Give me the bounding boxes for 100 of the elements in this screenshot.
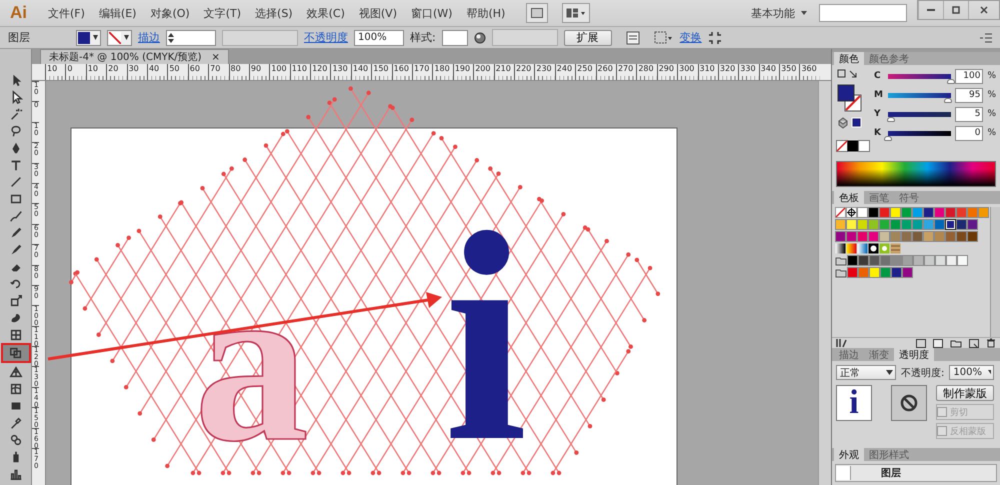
color-swatch[interactable] <box>956 231 967 242</box>
channel-value-field[interactable]: 0 <box>955 126 984 140</box>
color-swatch[interactable] <box>868 231 879 242</box>
color-swatch[interactable] <box>913 255 924 266</box>
color-swatch[interactable] <box>946 255 957 266</box>
color-swatch[interactable] <box>847 267 858 278</box>
panel-tab[interactable]: 外观 <box>834 448 864 461</box>
color-swatch[interactable] <box>912 207 923 218</box>
channel-value-field[interactable]: 5 <box>955 106 984 122</box>
color-swatch[interactable] <box>901 207 912 218</box>
color-swatch[interactable] <box>978 207 989 218</box>
opacity-dropdown[interactable]: 100% <box>949 365 994 380</box>
color-swatch[interactable] <box>858 267 869 278</box>
color-swatch[interactable] <box>901 219 912 230</box>
color-spectrum[interactable] <box>836 161 996 187</box>
color-swatch[interactable] <box>879 231 890 242</box>
color-swatch[interactable] <box>857 231 868 242</box>
folder-icon[interactable] <box>835 255 847 266</box>
panel-menu-icon[interactable] <box>980 32 992 42</box>
color-swatch[interactable] <box>869 267 880 278</box>
color-swatch[interactable] <box>847 255 858 266</box>
registration-swatch[interactable] <box>846 207 857 218</box>
default-color-swatches[interactable] <box>836 140 870 152</box>
color-swatch[interactable] <box>967 219 978 230</box>
folder-icon[interactable] <box>950 338 962 348</box>
menu-item[interactable]: 文字(T) <box>196 6 248 20</box>
color-swatch[interactable] <box>891 255 902 266</box>
artwork-thumbnail[interactable]: i <box>836 385 872 421</box>
color-swatch[interactable] <box>901 231 912 242</box>
menu-item[interactable]: 文件(F) <box>41 6 92 20</box>
reference-point-icon[interactable] <box>654 30 674 44</box>
color-swatch[interactable] <box>934 231 945 242</box>
document-tab[interactable]: 未标题-4* @ 100% (CMYK/预览) × <box>40 49 229 64</box>
make-mask-button[interactable]: 制作蒙版 <box>936 385 994 401</box>
panel-tab[interactable]: 透明度 <box>894 348 934 361</box>
color-swatch[interactable] <box>923 219 934 230</box>
swatches-scrollbar[interactable] <box>990 207 1000 337</box>
channel-value-field[interactable]: 95 <box>955 88 984 102</box>
opacity-link[interactable]: 不透明度 <box>304 30 348 45</box>
folder-icon[interactable] <box>835 267 847 278</box>
color-swatch[interactable] <box>945 231 956 242</box>
color-swatch[interactable] <box>869 255 880 266</box>
menu-item[interactable]: 效果(C) <box>300 6 352 20</box>
color-swatch[interactable] <box>858 255 869 266</box>
color-swatch[interactable] <box>868 219 879 230</box>
swatch-library-icon[interactable] <box>836 338 848 348</box>
channel-value-field[interactable]: 100 <box>955 68 984 84</box>
color-swatch[interactable] <box>923 231 934 242</box>
stroke-link[interactable]: 描边 <box>138 30 160 45</box>
opacity-field[interactable]: 100% <box>354 30 404 46</box>
color-swatch[interactable] <box>912 219 923 230</box>
vertical-scrollbar[interactable] <box>818 81 831 485</box>
stroke-weight-field[interactable] <box>166 30 216 46</box>
workspace-switcher[interactable]: 基本功能 <box>751 6 807 20</box>
blend-mode-dropdown[interactable]: 正常 <box>836 365 896 380</box>
color-swatch[interactable] <box>934 219 945 230</box>
transform-link[interactable]: 变换 <box>680 30 702 45</box>
color-swatch[interactable] <box>880 255 891 266</box>
slider-thumb[interactable] <box>944 98 952 102</box>
menu-item[interactable]: 编辑(E) <box>92 6 144 20</box>
color-swatch[interactable] <box>935 255 946 266</box>
square-icon[interactable] <box>933 338 943 348</box>
color-swatch[interactable] <box>890 231 901 242</box>
color-swatch[interactable] <box>967 231 978 242</box>
slider-thumb[interactable] <box>887 116 896 122</box>
menu-item[interactable]: 视图(V) <box>352 6 404 20</box>
trash-icon[interactable] <box>986 338 996 348</box>
color-swatch[interactable] <box>934 207 945 218</box>
color-swatch[interactable] <box>902 267 913 278</box>
style-dropdown[interactable] <box>442 30 468 46</box>
search-field[interactable] <box>819 4 907 22</box>
color-swatch[interactable] <box>891 267 902 278</box>
color-swatch[interactable] <box>957 255 968 266</box>
menu-item[interactable]: 对象(O) <box>143 6 197 20</box>
color-swatch[interactable] <box>879 207 890 218</box>
menu-item[interactable]: 选择(S) <box>248 6 300 20</box>
color-swatch[interactable] <box>967 207 978 218</box>
menu-item[interactable]: 窗口(W) <box>404 6 460 20</box>
color-swatch[interactable] <box>956 219 967 230</box>
color-swatch[interactable] <box>846 231 857 242</box>
panel-tab[interactable]: 颜色 <box>834 52 864 65</box>
swatch-options-icon[interactable] <box>916 338 926 348</box>
recolor-icon[interactable] <box>474 32 486 44</box>
color-swatch[interactable] <box>846 219 857 230</box>
color-swatch[interactable] <box>890 219 901 230</box>
color-swatch[interactable] <box>879 219 890 230</box>
color-swatch[interactable] <box>912 231 923 242</box>
align-icon[interactable] <box>626 30 640 44</box>
color-swatch[interactable] <box>890 207 901 218</box>
new-swatch-icon[interactable] <box>969 338 979 348</box>
expand-button[interactable]: 扩展 <box>564 30 612 46</box>
color-swatch[interactable] <box>857 207 868 218</box>
stroke-color-dropdown[interactable] <box>107 30 132 46</box>
color-swatch[interactable] <box>835 231 846 242</box>
panel-tab[interactable]: 色板 <box>834 191 864 204</box>
color-swatch[interactable] <box>857 219 868 230</box>
color-swatch[interactable] <box>924 255 935 266</box>
color-swatch[interactable] <box>945 207 956 218</box>
slider-thumb[interactable] <box>884 136 892 140</box>
color-swatch[interactable] <box>835 219 846 230</box>
